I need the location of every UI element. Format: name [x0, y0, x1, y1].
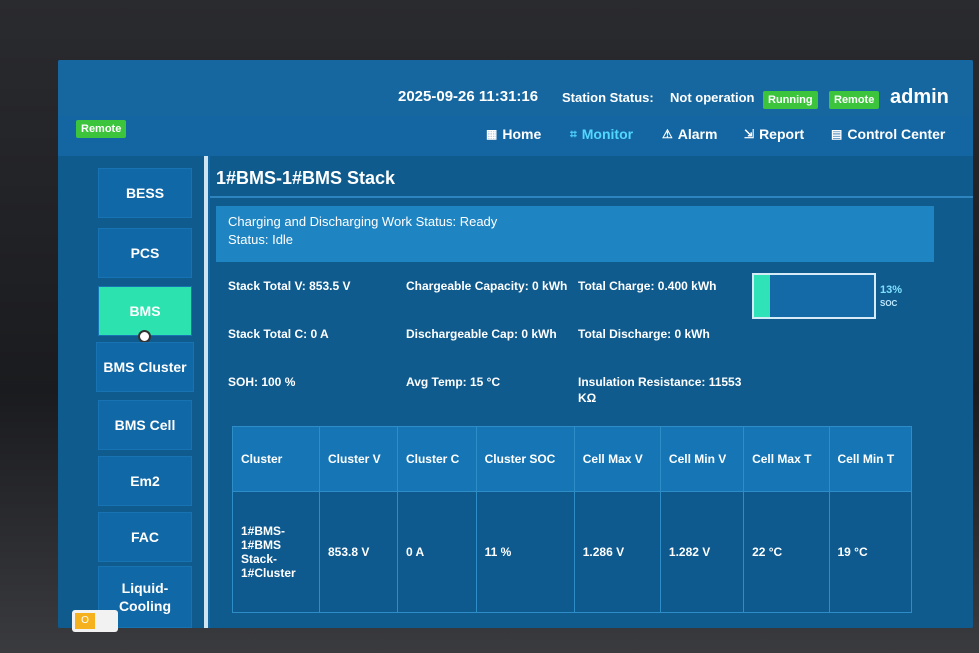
toggle-knob: O	[75, 613, 95, 629]
remote-badge: Remote	[829, 91, 880, 109]
status-panel: Charging and Discharging Work Status: Re…	[216, 206, 934, 262]
sidebar-item-bms-cell[interactable]: BMS Cell	[98, 400, 192, 450]
cell-cluster-soc: 11 %	[475, 491, 575, 613]
nav-monitor[interactable]: ⌗ Monitor	[570, 126, 633, 142]
col-cluster-c: Cluster C	[396, 426, 477, 492]
running-badge: Running	[763, 91, 818, 109]
col-cluster-v: Cluster V	[319, 426, 398, 492]
col-cluster: Cluster	[232, 426, 320, 492]
col-cell-max-t: Cell Max T	[743, 426, 830, 492]
sidebar-item-bess[interactable]: BESS	[98, 168, 192, 218]
chargeable-capacity: Chargeable Capacity: 0 kWh	[406, 279, 568, 293]
nav-alarm-label: Alarm	[677, 126, 718, 142]
cell-cell-min-v: 1.282 V	[659, 491, 745, 613]
col-cell-min-v: Cell Min V	[659, 426, 745, 492]
table-row[interactable]: 1#BMS-1#BMS Stack-1#Cluster 853.8 V 0 A …	[232, 491, 912, 613]
cell-cluster: 1#BMS-1#BMS Stack-1#Cluster	[232, 491, 320, 613]
soc-bar	[752, 273, 876, 319]
col-cell-min-t: Cell Min T	[828, 426, 912, 492]
sidebar-item-bms[interactable]: BMS	[98, 286, 192, 336]
sidebar-divider	[204, 156, 208, 628]
control-icon: ▤	[831, 127, 843, 141]
nav-alarm[interactable]: ⚠ Alarm	[662, 126, 717, 142]
page-title: 1#BMS-1#BMS Stack	[216, 168, 396, 188]
nav-home-label: Home	[502, 126, 542, 142]
soh: SOH: 100 %	[228, 375, 296, 389]
station-status-value: Not operation	[670, 90, 755, 105]
main-panel: 1#BMS-1#BMS Stack Charging and Dischargi…	[210, 156, 973, 628]
col-cell-max-v: Cell Max V	[573, 426, 661, 492]
nav-control-center[interactable]: ▤ Control Center	[831, 126, 945, 142]
soc-label: SOC	[880, 299, 898, 308]
monitor-icon: ⌗	[570, 126, 577, 141]
nav-control-label: Control Center	[847, 126, 946, 142]
cell-cluster-v: 853.8 V	[319, 491, 398, 613]
home-icon: ▦	[486, 127, 498, 141]
nav-report[interactable]: ⇲ Report	[744, 126, 804, 142]
insulation-resistance: Insulation Resistance: 11553 KΩ	[578, 375, 742, 405]
table-header-row: Cluster Cluster V Cluster C Cluster SOC …	[232, 426, 912, 492]
status: Status: Idle	[228, 232, 294, 247]
report-icon: ⇲	[744, 127, 755, 141]
sidebar-item-em2[interactable]: Em2	[98, 456, 192, 506]
avg-temp: Avg Temp: 15 °C	[406, 375, 501, 389]
sidebar-item-bms-cluster[interactable]: BMS Cluster	[96, 342, 194, 392]
sidebar-item-fac[interactable]: FAC	[98, 512, 192, 562]
stack-total-c: Stack Total C: 0 A	[228, 327, 329, 341]
alarm-icon: ⚠	[662, 127, 673, 141]
toggle-switch[interactable]: O	[72, 610, 118, 632]
total-discharge: Total Discharge: 0 kWh	[578, 327, 710, 341]
sidebar-item-pcs[interactable]: PCS	[98, 228, 192, 278]
sidebar: BESS PCS BMS BMS Cluster BMS Cell Em2 FA…	[58, 156, 204, 628]
main-nav: ▦ Home ⌗ Monitor ⚠ Alarm ⇲ Report ▤ Cont…	[58, 126, 973, 154]
top-bar: 2025-09-26 11:31:16 Station Status: Not …	[58, 60, 973, 138]
cell-cell-min-t: 19 °C	[828, 491, 912, 613]
cell-cluster-c: 0 A	[396, 491, 477, 613]
total-charge: Total Charge: 0.400 kWh	[578, 279, 717, 293]
cluster-table: Cluster Cluster V Cluster C Cluster SOC …	[232, 426, 912, 613]
nav-report-label: Report	[759, 126, 805, 142]
dischargeable-capacity: Dischargeable Cap: 0 kWh	[406, 327, 557, 341]
datetime: 2025-09-26 11:31:16	[398, 88, 539, 105]
nav-home[interactable]: ▦ Home	[486, 126, 541, 142]
hmi-screen: 2025-09-26 11:31:16 Station Status: Not …	[58, 60, 973, 628]
title-divider	[210, 196, 973, 198]
cell-cell-max-v: 1.286 V	[573, 491, 661, 613]
work-status: Charging and Discharging Work Status: Re…	[228, 214, 498, 229]
soc-bar-fill	[754, 275, 770, 317]
station-status-label: Station Status:	[562, 90, 654, 105]
user-name[interactable]: admin	[890, 86, 949, 109]
nav-monitor-label: Monitor	[581, 126, 634, 142]
stack-total-v: Stack Total V: 853.5 V	[228, 279, 351, 293]
soc-percent: 13%	[880, 284, 903, 296]
col-cluster-soc: Cluster SOC	[475, 426, 575, 492]
cell-cell-max-t: 22 °C	[743, 491, 830, 613]
